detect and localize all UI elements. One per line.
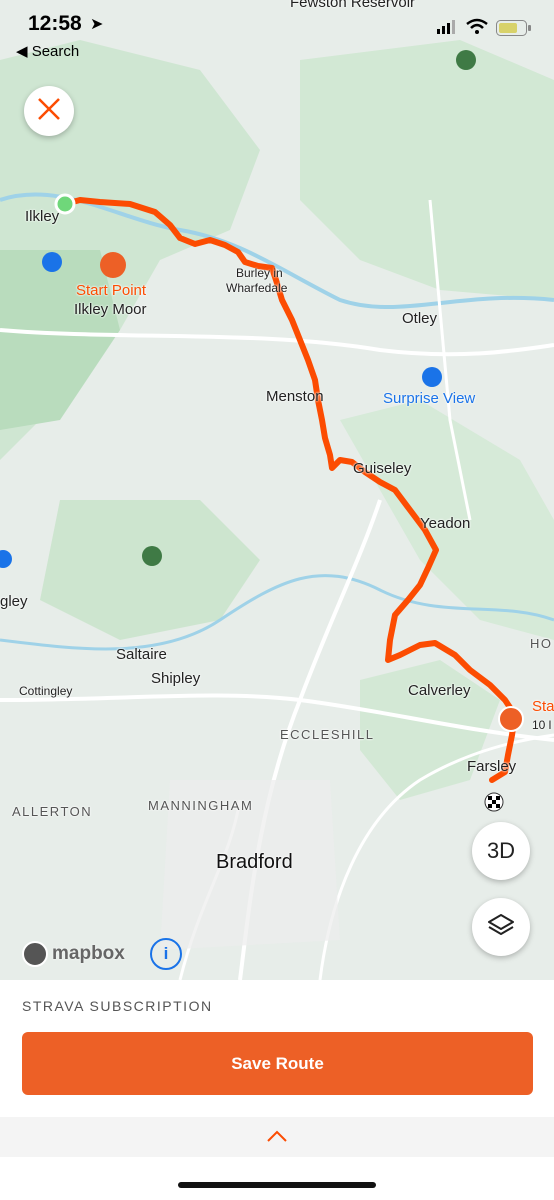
label-menston: Menston xyxy=(266,388,324,405)
label-guiseley: Guiseley xyxy=(353,460,412,477)
map-layers-button[interactable] xyxy=(472,898,530,956)
info-icon: i xyxy=(163,944,169,963)
mapbox-icon xyxy=(22,941,48,967)
label-gley: gley xyxy=(0,593,28,610)
save-route-button[interactable]: Save Route xyxy=(22,1032,533,1095)
signal-icon xyxy=(437,20,457,34)
finish-flag-icon xyxy=(484,792,504,817)
location-arrow-icon: ➤ xyxy=(90,16,104,33)
camera-icon xyxy=(422,367,442,387)
battery-icon xyxy=(496,20,532,41)
label-ho: HO xyxy=(530,636,553,651)
label-surprise-view: Surprise View xyxy=(383,390,476,407)
label-start-point: Start Point xyxy=(76,282,147,299)
bottom-sheet: STRAVA SUBSCRIPTION Save Route xyxy=(0,980,554,1200)
route-line xyxy=(54,193,518,783)
layers-icon xyxy=(487,913,515,942)
info-button[interactable]: i xyxy=(150,938,182,970)
camera-icon xyxy=(42,252,62,272)
status-bar: 12:58 ➤ ◀ Search xyxy=(0,0,554,70)
label-wharfedale: Wharfedale xyxy=(226,281,288,295)
label-allerton: ALLERTON xyxy=(12,804,93,819)
label-saltaire: Saltaire xyxy=(116,646,167,663)
sheet-expander[interactable] xyxy=(0,1117,554,1157)
label-farsley: Farsley xyxy=(467,758,517,775)
label-ilkley: Ilkley xyxy=(25,208,60,225)
subscription-label: STRAVA SUBSCRIPTION xyxy=(22,998,213,1014)
label-10: 10 l xyxy=(532,718,552,732)
back-to-search[interactable]: ◀ Search xyxy=(16,42,79,60)
chevron-up-icon xyxy=(266,1129,288,1148)
status-time: 12:58 xyxy=(28,12,82,35)
label-cottingley: Cottingley xyxy=(19,684,73,698)
label-eccleshill: ECCLESHILL xyxy=(280,727,375,742)
label-sta: Sta xyxy=(532,698,554,715)
label-yeadon: Yeadon xyxy=(420,515,471,532)
label-shipley: Shipley xyxy=(151,670,201,687)
label-bradford: Bradford xyxy=(216,851,293,873)
label-otley: Otley xyxy=(402,310,438,327)
shoe-marker-icon xyxy=(498,706,524,732)
close-button[interactable] xyxy=(24,86,74,136)
back-label: Search xyxy=(31,43,80,60)
label-ilkley-moor: Ilkley Moor xyxy=(74,301,147,318)
label-calverley: Calverley xyxy=(408,682,471,699)
label-manningham: MANNINGHAM xyxy=(148,798,254,813)
peak-icon xyxy=(142,546,162,566)
mapbox-logo[interactable]: mapbox xyxy=(22,941,125,967)
home-indicator xyxy=(178,1182,376,1188)
mapbox-text: mapbox xyxy=(52,943,125,964)
3d-toggle-button[interactable]: 3D xyxy=(472,822,530,880)
wifi-icon xyxy=(466,18,488,39)
shoe-marker-icon xyxy=(100,252,126,278)
map-view[interactable]: 12:58 ➤ ◀ Search Fewston Reservoir Ilkle… xyxy=(0,0,554,980)
label-burley: Burley in xyxy=(236,266,283,280)
close-icon xyxy=(36,96,62,127)
